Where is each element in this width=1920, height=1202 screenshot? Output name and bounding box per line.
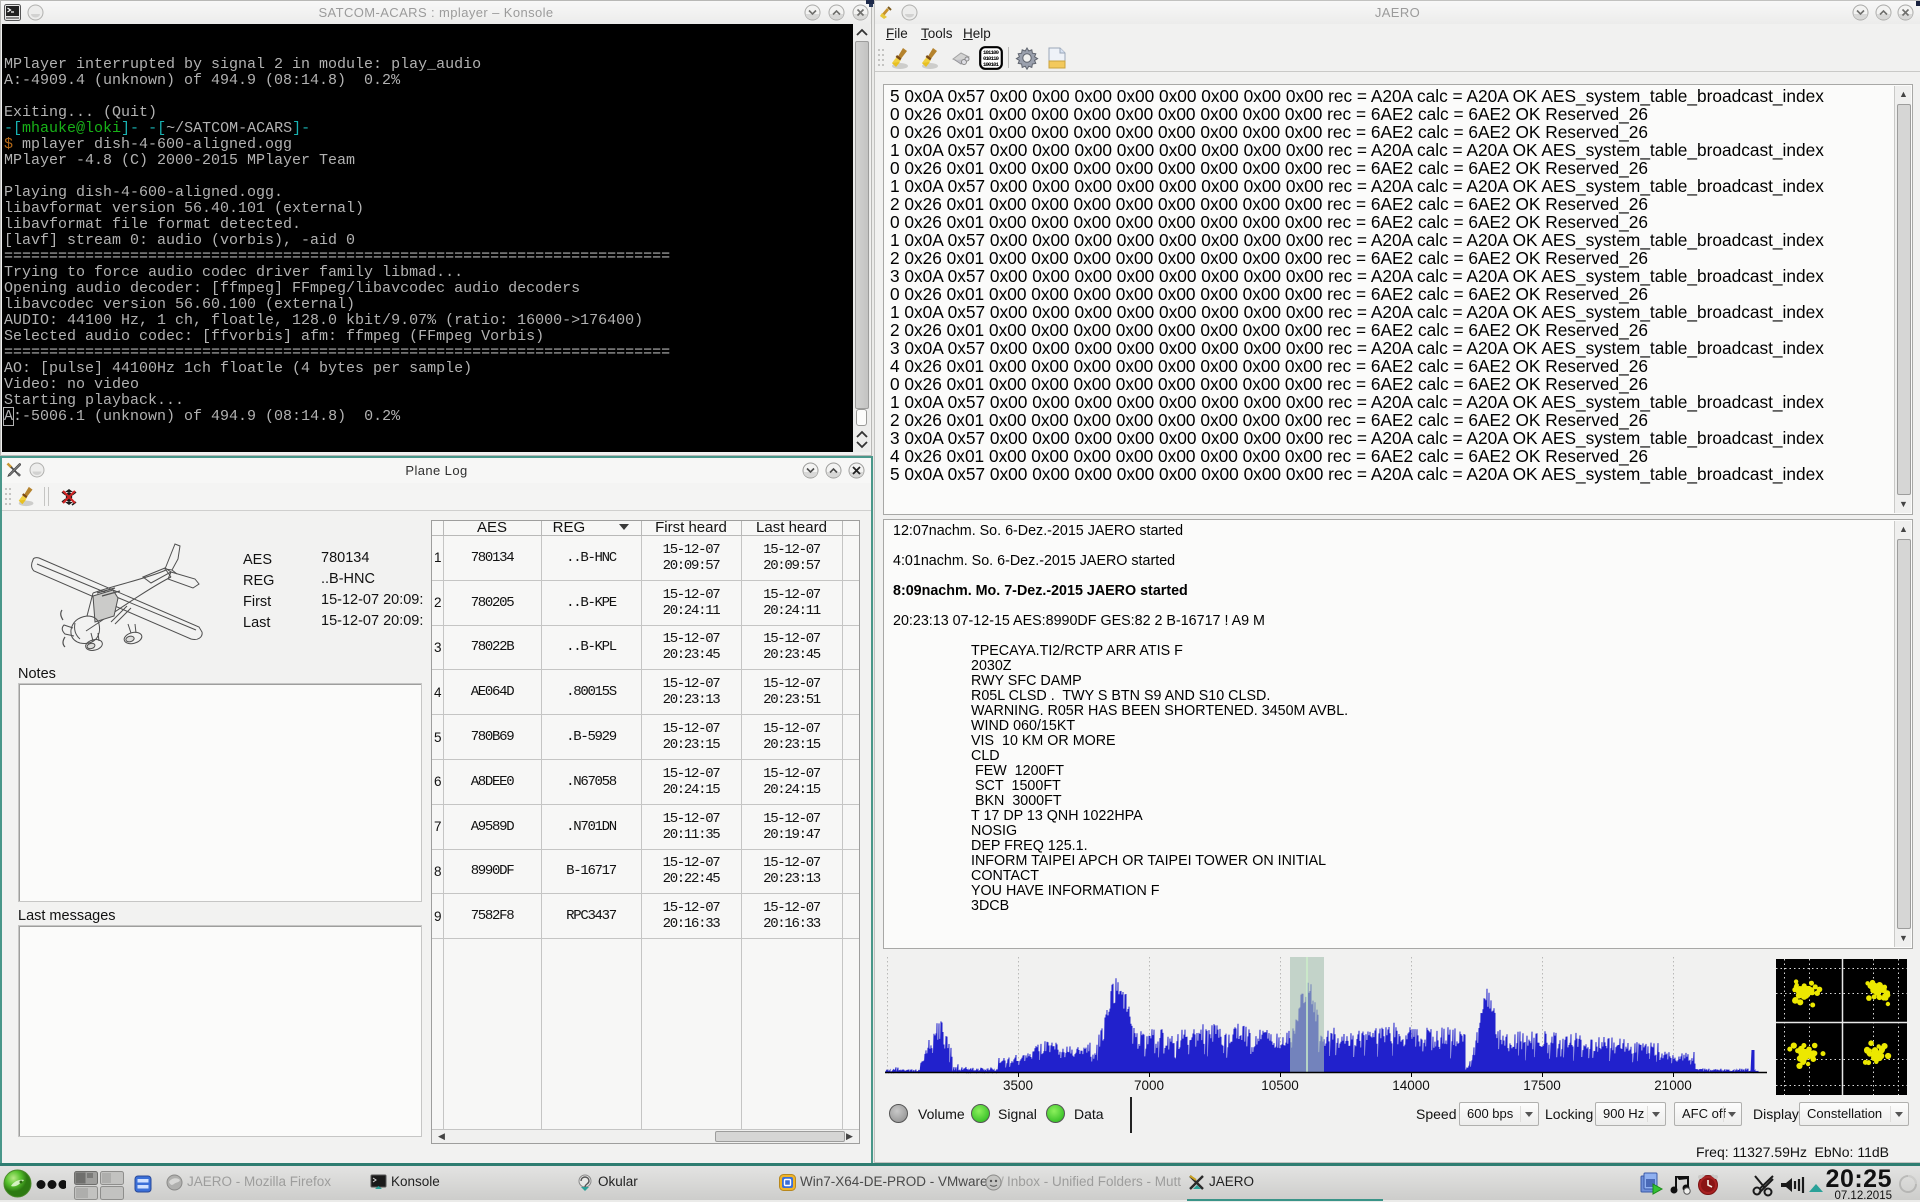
svg-text:14000: 14000 [1392,1078,1430,1093]
svg-text:10500: 10500 [1261,1078,1299,1093]
svg-text:3500: 3500 [1003,1078,1033,1093]
svg-text:100101: 100101 [983,61,1000,68]
svg-text:21000: 21000 [1654,1078,1692,1093]
svg-text:7000: 7000 [1134,1078,1164,1093]
svg-text:17500: 17500 [1523,1078,1561,1093]
